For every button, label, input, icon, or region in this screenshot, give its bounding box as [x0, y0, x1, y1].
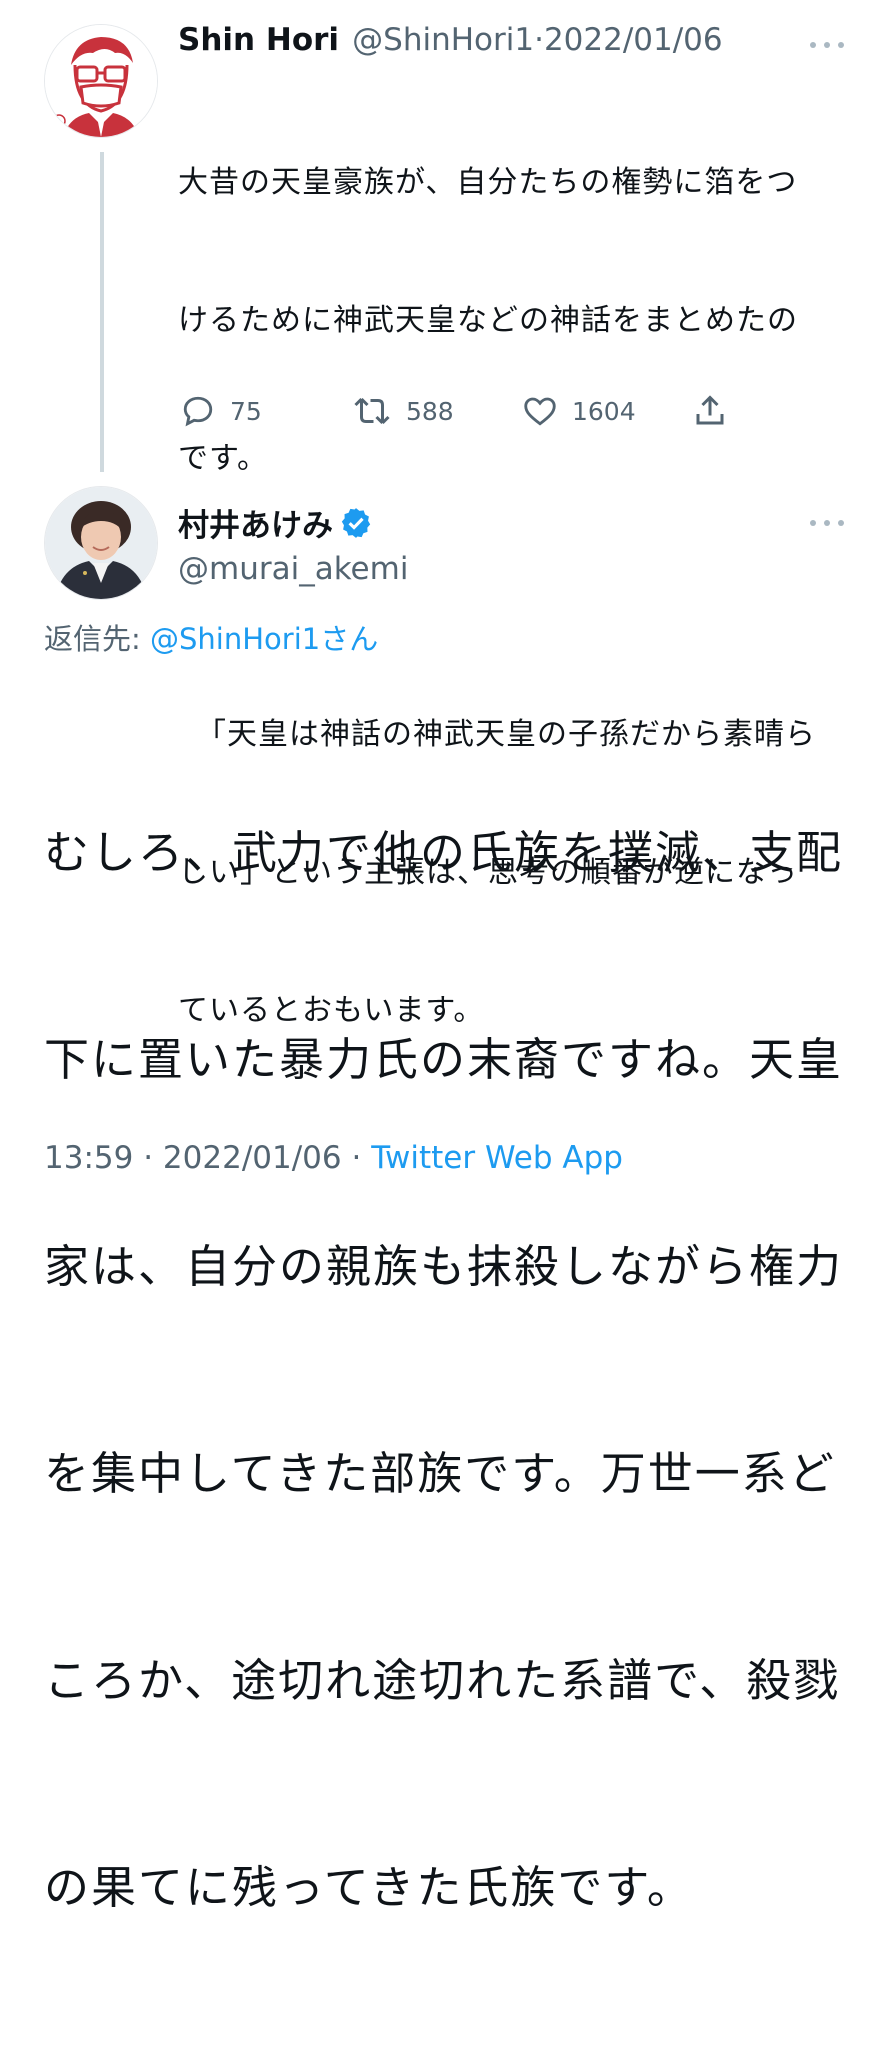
share-icon — [696, 395, 724, 425]
tweet-date[interactable]: 2022/01/06 — [163, 1140, 342, 1176]
source-app-link[interactable]: Twitter Web App — [371, 1140, 623, 1176]
author-handle[interactable]: @murai_akemi — [178, 551, 408, 587]
tweet-time[interactable]: 13:59 — [44, 1140, 133, 1176]
header-separator: · — [534, 22, 544, 58]
avatar-murai-akemi[interactable] — [44, 486, 158, 600]
reply-bubble-icon — [183, 396, 213, 427]
author-name[interactable]: 村井あけみ — [178, 500, 333, 545]
text-line: 家は、自分の親族も抹殺しながら権力 — [44, 1240, 844, 1293]
retweet-icon — [354, 397, 390, 425]
tweet1-header: Shin Hori @ShinHori1·2022/01/06 — [178, 22, 723, 58]
heart-icon — [524, 397, 556, 426]
author-handle[interactable]: @ShinHori1 — [352, 22, 534, 58]
like-count: 1604 — [572, 396, 636, 426]
text-line: ころか、途切れ途切れた系譜で、殺戮 — [44, 1654, 841, 1707]
tweet-date[interactable]: 2022/01/06 — [544, 22, 723, 58]
meta-separator: · — [351, 1140, 362, 1176]
text-line: の果てに残ってきた氏族です。 — [44, 1861, 694, 1914]
share-button[interactable] — [692, 390, 728, 432]
author-name[interactable]: Shin Hori — [178, 22, 339, 58]
like-button[interactable]: 1604 — [522, 390, 636, 432]
tweet2-text: むしろ、武力で他の氏族を撲滅、支配 下に置いた暴力氏の末裔ですね。天皇 家は、自… — [44, 680, 844, 2060]
text-line: けるために神武天皇などの神話をまとめたの — [178, 303, 798, 338]
tweet2-author-block: 村井あけみ @murai_akemi — [178, 500, 408, 587]
retweet-count: 588 — [406, 396, 454, 426]
text-line: むしろ、武力で他の氏族を撲滅、支配 — [44, 826, 844, 879]
reply-button[interactable]: 75 — [180, 390, 262, 432]
retweet-button[interactable]: 588 — [352, 390, 454, 432]
text-line: です。 — [178, 441, 268, 476]
reply-count: 75 — [230, 396, 262, 426]
reply-to-mention-link[interactable]: @ShinHori1さん — [150, 622, 378, 656]
tweet-metadata: 13:59 · 2022/01/06 · Twitter Web App — [44, 1140, 623, 1176]
meta-separator: · — [143, 1140, 154, 1176]
more-options-icon[interactable] — [808, 516, 848, 530]
reply-to-line: 返信先: @ShinHori1さん — [44, 616, 378, 658]
verified-badge-icon — [341, 507, 371, 538]
avatar-shin-hori[interactable] — [44, 24, 158, 138]
reply-to-label: 返信先: — [44, 622, 150, 656]
text-line: 大昔の天皇豪族が、自分たちの権勢に箔をつ — [178, 165, 798, 200]
more-options-icon[interactable] — [808, 38, 848, 52]
thread-connector-line — [100, 152, 104, 472]
text-line: を集中してきた部族です。万世一系ど — [44, 1447, 836, 1500]
text-line: 下に置いた暴力氏の末裔ですね。天皇 — [44, 1033, 844, 1086]
